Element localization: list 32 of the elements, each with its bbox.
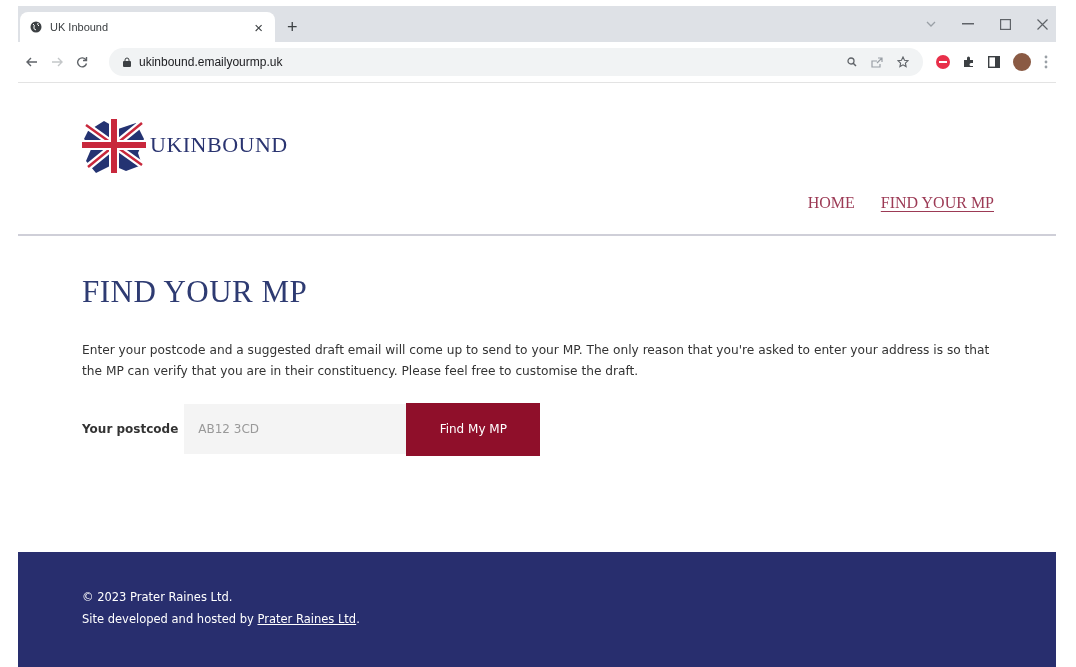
zoom-icon[interactable] bbox=[847, 57, 857, 67]
maximize-icon[interactable] bbox=[1000, 18, 1011, 30]
credit-text: Site developed and hosted by Prater Raines Ltd. bbox=[82, 612, 361, 626]
minimize-icon[interactable] bbox=[962, 23, 974, 25]
page-heading: FIND YOUR MP bbox=[82, 274, 309, 310]
close-icon[interactable] bbox=[1037, 18, 1048, 30]
postcode-field[interactable]: AB12 3CD bbox=[184, 404, 407, 455]
back-icon[interactable] bbox=[26, 57, 38, 67]
copyright-text: © 2023 Prater Raines Ltd. bbox=[82, 590, 234, 604]
nav-link[interactable]: HOME bbox=[807, 194, 855, 212]
close-tab-button[interactable]: × bbox=[252, 18, 265, 36]
more-icon[interactable] bbox=[1044, 55, 1048, 69]
nav-link[interactable]: FIND YOUR MP bbox=[880, 194, 994, 212]
find-mp-button[interactable]: Find My MP bbox=[406, 402, 541, 456]
logo-text: UKINBOUND bbox=[150, 132, 288, 158]
puzzle-icon[interactable] bbox=[963, 56, 975, 68]
reload-icon[interactable] bbox=[76, 56, 88, 68]
extension-icon[interactable] bbox=[936, 55, 950, 69]
union-flag-logo bbox=[82, 117, 146, 173]
tab-title: UK Inbound bbox=[50, 21, 110, 33]
lock-icon bbox=[123, 57, 131, 67]
share-icon[interactable] bbox=[871, 56, 883, 68]
avatar-icon[interactable] bbox=[1013, 53, 1031, 71]
side-panel-icon[interactable] bbox=[988, 56, 1000, 68]
prater-raines-link[interactable]: Prater Raines Ltd bbox=[257, 612, 357, 626]
star-icon[interactable] bbox=[897, 56, 909, 68]
address-bar[interactable]: ukinbound.emailyourmp.uk bbox=[109, 48, 923, 76]
postcode-label: Your postcode bbox=[82, 422, 179, 437]
new-tab-button[interactable]: + bbox=[283, 12, 302, 42]
intro-paragraph: Enter your postcode and a suggested draft email will come up to send to your MP. The only reason that you're asked to enter your address is so that the MP can verify that you are in their constituency. Please feel free to customise the draft. bbox=[82, 342, 991, 381]
globe-icon bbox=[30, 21, 42, 33]
browser-tab[interactable]: UK Inbound × bbox=[20, 12, 275, 42]
